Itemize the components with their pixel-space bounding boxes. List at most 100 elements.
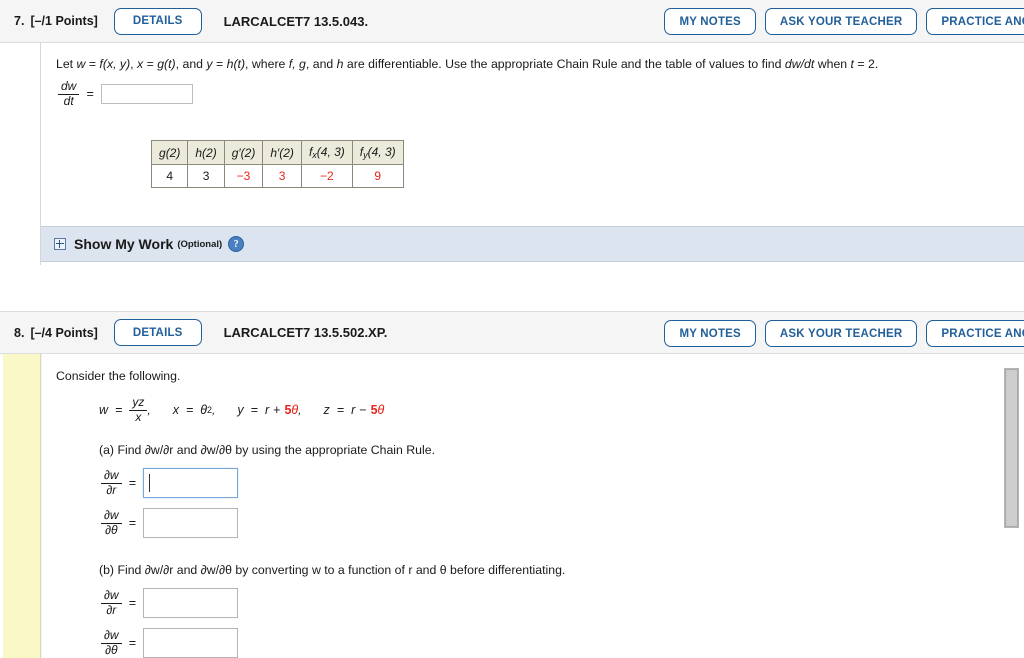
part-a-text: (a) Find ∂w/∂r and ∂w/∂θ by using the ap… [99,443,435,458]
fraction-yz-over-x: yz x [129,395,148,425]
fraction-denominator: ∂θ [105,642,118,657]
question-body-7: Let w = f(x, y), x = g(t), and y = h(t),… [0,43,1024,265]
theta-base: θ [200,403,208,418]
question-header-7: 7. [–/1 Points] DETAILS LARCALCET7 13.5.… [0,0,1024,43]
table-header-cell: g′(2) [223,140,264,166]
var-w: w [99,403,109,418]
fraction-dw-dtheta: ∂w ∂θ [101,508,122,538]
unanswered-left-stripe [3,354,42,658]
fraction-numerator: dw [58,79,80,95]
ask-your-teacher-button[interactable]: ASK YOUR TEACHER [764,8,918,35]
consider-text: Consider the following. [56,369,181,383]
scrollbar-thumb[interactable] [1005,369,1018,527]
fraction-dw-dt: dw dt [58,79,80,109]
fraction-denominator: dt [63,93,74,108]
given-equations: w = yz x , x = θ2 , y = r + 5θ , z = r −… [41,386,1024,425]
fraction-dw-dtheta: ∂w ∂θ [101,628,122,658]
header-arg: (2) [240,145,256,160]
question-points: [–/4 Points] [30,325,98,340]
fraction-numerator: ∂w [101,468,122,484]
fraction-denominator: x [135,409,142,424]
table-row: 4 3 −3 3 −2 9 [150,164,404,189]
expand-plus-icon[interactable] [54,238,66,251]
operator-minus: − [359,403,367,418]
my-notes-button[interactable]: MY NOTES [664,320,756,347]
question-header-actions: MY NOTES ASK YOUR TEACHER PRACTICE ANOTH… [664,320,1024,347]
practice-another-button[interactable]: PRACTICE ANOTHER [926,8,1024,35]
fraction-numerator: ∂w [101,508,122,524]
comma: , [130,57,138,71]
question-number: 8. [14,325,25,340]
comma: , and [175,57,207,71]
question-block-8: 8. [–/4 Points] DETAILS LARCALCET7 13.5.… [0,311,1024,658]
header-arg: (4, 3) [367,145,396,160]
values-table-wrap: g(2) h(2) g′(2) h′(2) fx(4, 3) fy(4, 3) … [41,108,1024,189]
content-vertical-scrollbar[interactable] [1004,368,1019,528]
show-my-work-bar[interactable]: Show My Work (Optional) ? [41,226,1024,263]
equals-sign: = [128,516,136,531]
eq-sign: = [143,57,158,71]
part-b-text: (b) Find ∂w/∂r and ∂w/∂θ by converting w… [99,563,566,578]
equals-sign: = [128,596,136,611]
fraction-numerator: ∂w [101,588,122,604]
equals-sign: = [128,476,136,491]
question-prompt: Let w = f(x, y), x = g(t), and y = h(t),… [41,43,1024,74]
ask-your-teacher-button[interactable]: ASK YOUR TEACHER [764,320,918,347]
var-r: r [264,403,270,418]
question-header-8: 8. [–/4 Points] DETAILS LARCALCET7 13.5.… [0,311,1024,354]
help-question-icon[interactable]: ? [228,236,245,253]
var-r: r [351,403,356,418]
comma: , [212,403,216,418]
eq-sign: = [212,57,227,71]
answer-input-dw-dtheta-b[interactable] [142,628,238,658]
when-text: when [814,57,851,71]
table-cell: 4 [150,164,189,189]
practice-another-button[interactable]: PRACTICE ANOTHER [926,320,1024,347]
answer-input-dw-dr-a[interactable] [142,468,238,499]
part-a-row-1: ∂w ∂r = [41,460,1024,499]
details-button[interactable]: DETAILS [113,319,202,346]
question-block-7: 7. [–/1 Points] DETAILS LARCALCET7 13.5.… [0,0,1024,265]
answer-input-dw-dr-b[interactable] [142,588,238,619]
fraction-numerator: yz [129,395,148,411]
table-header-cell: fx(4, 3) [300,140,353,166]
arg-t: (t) [164,57,176,71]
prompt-text: Let [56,57,77,71]
table-cell: −3 [223,164,264,189]
fraction-denominator: ∂r [106,482,117,497]
question-points: [–/1 Points] [30,14,98,28]
derivative-dwdt: dw/dt [784,57,815,71]
vars-fg: f, g [288,57,306,71]
conj-and: , and [305,57,337,71]
equals-sign: = [128,636,136,651]
coefficient-5: 5 [370,403,378,418]
header-arg: (4, 3) [316,145,345,160]
show-my-work-optional: (Optional) [177,238,223,250]
args-xy: (x, y) [102,57,131,71]
question-title: LARCALCET7 13.5.502.XP. [223,325,388,340]
details-button[interactable]: DETAILS [113,7,202,35]
answer-input-dw-dtheta-a[interactable] [142,508,238,539]
fraction-numerator: ∂w [101,628,122,644]
equals-sign: = [185,403,194,418]
var-z: z [323,403,330,418]
table-header-row: g(2) h(2) g′(2) h′(2) fx(4, 3) fy(4, 3) [150,140,404,166]
t-value: = 2. [853,57,879,71]
var-y: y [237,403,244,418]
comma: , [298,403,302,418]
fraction-denominator: ∂r [106,602,117,617]
question-title: LARCALCET7 13.5.043. [223,13,369,29]
equals-sign: = [250,403,258,418]
part-a-row-2: ∂w ∂θ = [41,498,1024,539]
question-separator [0,265,1024,311]
table-header-cell: h′(2) [262,140,302,166]
var-g: g [157,57,165,71]
my-notes-button[interactable]: MY NOTES [664,8,756,35]
var-x: x [172,403,179,418]
part-b-row-1: ∂w ∂r = [41,580,1024,619]
values-table: g(2) h(2) g′(2) h′(2) fx(4, 3) fy(4, 3) … [150,140,404,189]
question-number: 7. [14,14,25,28]
coefficient-5: 5 [284,403,292,418]
answer-input-dwdt[interactable] [100,84,193,105]
text-caret [148,474,150,493]
